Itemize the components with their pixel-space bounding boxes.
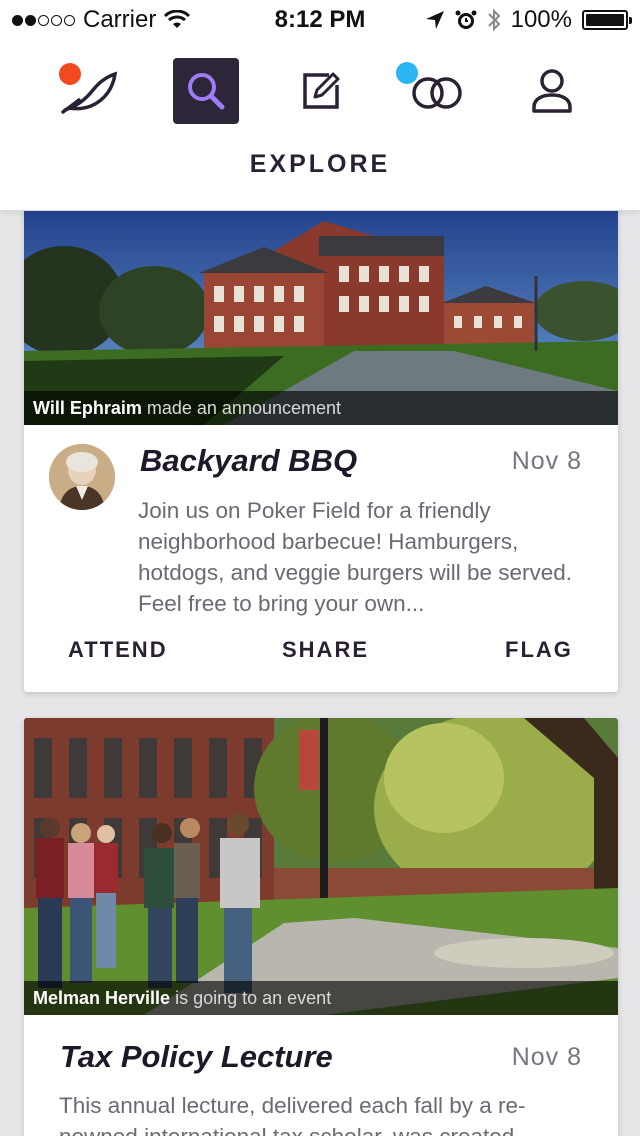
event-title[interactable]: Tax Policy Lecture: [60, 1039, 333, 1075]
nav-explore-button[interactable]: [173, 58, 239, 124]
search-icon: [188, 73, 225, 110]
event-card[interactable]: Melman Herville is going to an event Tax…: [24, 718, 618, 1136]
notification-badge: [396, 62, 418, 84]
user-name[interactable]: Will Ephraim: [33, 398, 142, 418]
top-nav: [0, 58, 640, 128]
event-actions: ATTEND SHARE FLAG: [24, 637, 618, 677]
user-name[interactable]: Melman Herville: [33, 988, 170, 1008]
event-date: Nov 8: [511, 447, 582, 475]
alarm-icon: [455, 10, 477, 29]
event-date: Nov 8: [511, 1043, 582, 1071]
activity-caption: Melman Herville is going to an event: [24, 981, 618, 1015]
status-bar: Carrier 8:12 PM 100%: [0, 0, 640, 40]
battery-percent: 100%: [510, 6, 572, 33]
activity-text: made an announcement: [146, 398, 342, 418]
activity-caption: Will Ephraim made an announcement: [24, 391, 618, 425]
nav-feed-button[interactable]: [55, 58, 121, 124]
event-details: Tax Policy Lecture Nov 8 This annual lec…: [24, 1015, 618, 1136]
share-button[interactable]: SHARE: [282, 637, 369, 663]
event-card[interactable]: Will Ephraim made an announcement Backya…: [24, 211, 618, 692]
profile-icon: [532, 69, 572, 113]
event-photo[interactable]: Melman Herville is going to an event: [24, 718, 618, 1015]
app-header: Carrier 8:12 PM 100% EXPLORE: [0, 0, 640, 211]
compose-icon: [303, 72, 340, 109]
event-description: This annual lecture, delivered each fall…: [59, 1093, 526, 1136]
section-title: EXPLORE: [249, 150, 391, 178]
feed[interactable]: Will Ephraim made an announcement Backya…: [0, 211, 640, 1136]
flag-button[interactable]: FLAG: [505, 637, 573, 663]
attend-button[interactable]: ATTEND: [68, 637, 168, 663]
students-walking-image: [24, 718, 618, 1015]
event-title[interactable]: Backyard BBQ: [140, 443, 357, 479]
bluetooth-icon: [487, 8, 501, 32]
avatar[interactable]: [49, 444, 115, 510]
status-right: 100%: [425, 6, 632, 34]
location-arrow-icon: [425, 11, 444, 29]
event-details: Backyard BBQ Nov 8 Join us on Poker Fiel…: [24, 425, 618, 692]
activity-text: is going to an event: [175, 988, 332, 1008]
battery-icon: [582, 10, 632, 30]
nav-groups-button[interactable]: [396, 58, 468, 124]
event-photo[interactable]: Will Ephraim made an announcement: [24, 211, 618, 425]
notification-badge: [59, 63, 81, 85]
nav-profile-button[interactable]: [519, 58, 585, 124]
event-description: Join us on Poker Field for a friendly ne…: [138, 498, 573, 616]
nav-compose-button[interactable]: [288, 58, 354, 124]
